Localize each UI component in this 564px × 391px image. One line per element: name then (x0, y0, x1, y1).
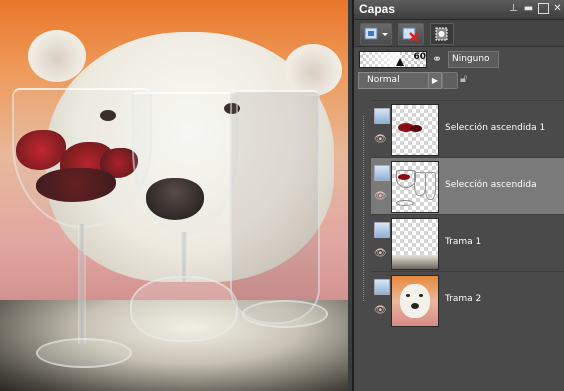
wine-glass-stem (180, 232, 188, 282)
visibility-eye-icon[interactable]: 👁︎ (374, 135, 388, 145)
blend-row: Normal ▶ 🔓︎ (354, 70, 564, 90)
visibility-eye-icon[interactable]: 👁︎ (374, 306, 388, 316)
wine-glass-back (230, 90, 320, 324)
layer-type-icon (374, 165, 390, 181)
layer-name[interactable]: Selección ascendida 1 (445, 123, 545, 133)
layer-type-icon (374, 108, 390, 124)
link-mode-select[interactable]: Ninguno (448, 51, 499, 68)
layer-row[interactable]: 👁︎ Trama 1 (371, 214, 564, 271)
bear-ear-left (28, 30, 86, 82)
layer-name[interactable]: Trama 1 (445, 237, 481, 247)
new-layer-button[interactable] (360, 23, 392, 45)
visibility-eye-icon[interactable]: 👁︎ (374, 192, 388, 202)
opacity-row: 60 ⚭ Ninguno (354, 48, 564, 70)
layer-thumbnail (391, 104, 439, 156)
wine-glass-stem (78, 224, 86, 344)
layer-type-icon (374, 279, 390, 295)
opacity-fill (360, 52, 400, 67)
group-tree-line (363, 116, 365, 301)
delete-layer-button[interactable] (398, 23, 424, 45)
dropdown-arrow-icon (382, 33, 388, 36)
blend-mode-arrow[interactable]: ▶ (428, 72, 442, 89)
visibility-eye-icon[interactable]: 👁︎ (374, 249, 388, 259)
layers-toolbar (354, 20, 564, 47)
layer-name[interactable]: Trama 2 (445, 294, 481, 304)
minimize-icon[interactable]: ▬ (523, 3, 534, 14)
delete-layer-icon (402, 27, 419, 42)
layer-row[interactable]: 👁︎ Selección ascendida 1 (371, 100, 564, 157)
image-canvas[interactable] (0, 0, 348, 391)
mask-button[interactable] (430, 23, 454, 45)
layer-row[interactable]: 👁︎ Trama 2 (371, 271, 564, 328)
layer-row[interactable]: 👁︎ Selección ascendida (371, 157, 564, 214)
new-layer-icon (364, 27, 388, 40)
panel-title: Capas (359, 2, 396, 16)
lock-icon[interactable]: 🔓︎ (460, 72, 474, 87)
close-icon[interactable]: ✕ (552, 3, 563, 14)
layer-effects-icon[interactable] (442, 72, 458, 89)
pin-icon[interactable]: ⊥ (508, 3, 519, 14)
layer-thumbnail (391, 161, 439, 213)
layer-name[interactable]: Selección ascendida (445, 180, 537, 190)
wine-glass-base (130, 276, 238, 342)
layer-type-icon (374, 222, 390, 238)
bear-ear-right (284, 44, 342, 96)
mask-icon (435, 27, 448, 41)
link-icon[interactable]: ⚭ (432, 52, 446, 66)
layers-panel: Capas ⊥ ▬ ✕ 60 ⚭ Ninguno Normal ▶ 🔓︎ 👁︎ … (352, 0, 564, 391)
layer-thumbnail (391, 218, 439, 270)
layer-thumbnail (391, 275, 439, 327)
panel-titlebar[interactable]: Capas ⊥ ▬ ✕ (354, 0, 564, 20)
layers-list: 👁︎ Selección ascendida 1 👁︎ Selección as… (354, 96, 564, 391)
wine-glass-base (242, 300, 328, 328)
opacity-value[interactable]: 60 (398, 52, 426, 62)
maximize-icon[interactable] (538, 3, 549, 14)
wine-glass-base (36, 338, 132, 368)
blend-mode-select[interactable]: Normal (358, 72, 434, 89)
